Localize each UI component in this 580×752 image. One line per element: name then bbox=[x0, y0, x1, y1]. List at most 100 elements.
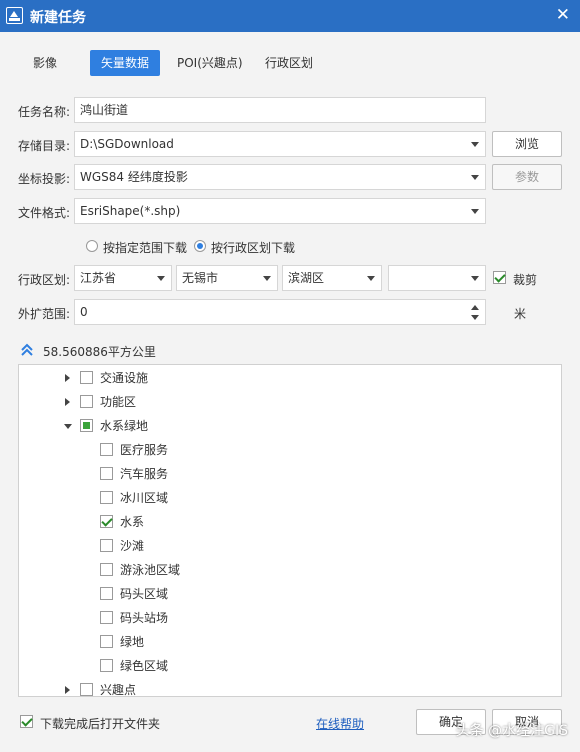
file-format-select[interactable]: EsriShape(*.shp) bbox=[74, 198, 486, 224]
tree-item-checkbox[interactable] bbox=[80, 371, 93, 384]
tree-item-label: 功能区 bbox=[100, 395, 137, 409]
window-title: 新建任务 bbox=[30, 10, 86, 26]
tree-item[interactable]: 医疗服务 bbox=[19, 438, 561, 462]
open-folder-checkbox[interactable] bbox=[20, 715, 33, 728]
tree-item-label: 医疗服务 bbox=[120, 443, 169, 457]
tree-item[interactable]: 水系 bbox=[19, 510, 561, 534]
open-folder-label: 下载完成后打开文件夹 bbox=[40, 717, 161, 731]
tree-item[interactable]: 码头区域 bbox=[19, 582, 561, 606]
city-select[interactable]: 无锡市 bbox=[176, 265, 278, 291]
tree-item-label: 兴趣点 bbox=[100, 683, 137, 697]
double-chevron-up-icon[interactable] bbox=[20, 343, 34, 357]
projection-label: 坐标投影: bbox=[18, 172, 71, 186]
tree-item-checkbox[interactable] bbox=[100, 443, 113, 456]
tree-item-checkbox[interactable] bbox=[80, 419, 93, 432]
file-format-label: 文件格式: bbox=[18, 206, 71, 220]
buffer-label: 外扩范围: bbox=[18, 307, 71, 321]
tree-item-label: 水系绿地 bbox=[100, 419, 149, 433]
tree-item[interactable]: 绿地 bbox=[19, 630, 561, 654]
storage-dir-label: 存储目录: bbox=[18, 139, 71, 153]
tree-item[interactable]: 汽车服务 bbox=[19, 462, 561, 486]
layer-tree[interactable]: 交通设施功能区水系绿地医疗服务汽车服务冰川区域水系沙滩游泳池区域码头区域码头站场… bbox=[18, 364, 562, 697]
tree-item-label: 汽车服务 bbox=[120, 467, 169, 481]
tree-item[interactable]: 水系绿地 bbox=[19, 414, 561, 438]
tree-item-label: 绿地 bbox=[120, 635, 145, 649]
province-value: 江苏省 bbox=[80, 271, 117, 285]
expand-arrow-icon[interactable] bbox=[65, 374, 70, 382]
radio-admin-download-label: 按行政区划下载 bbox=[211, 241, 296, 255]
expand-arrow-icon[interactable] bbox=[65, 398, 70, 406]
province-select[interactable]: 江苏省 bbox=[74, 265, 172, 291]
spin-down-icon[interactable] bbox=[471, 315, 479, 320]
chevron-down-icon bbox=[471, 209, 479, 214]
tree-item-checkbox[interactable] bbox=[80, 683, 93, 696]
tree-item[interactable]: 码头站场 bbox=[19, 606, 561, 630]
tree-item-label: 交通设施 bbox=[100, 371, 149, 385]
radio-admin-download[interactable] bbox=[194, 240, 206, 252]
close-icon[interactable]: ✕ bbox=[556, 5, 570, 25]
tree-item-checkbox[interactable] bbox=[100, 539, 113, 552]
tree-item-label: 绿色区域 bbox=[120, 659, 169, 673]
tree-item[interactable]: 沙滩 bbox=[19, 534, 561, 558]
expand-arrow-icon[interactable] bbox=[65, 686, 70, 694]
tree-item[interactable]: 绿色区域 bbox=[19, 654, 561, 678]
tree-item-checkbox[interactable] bbox=[100, 659, 113, 672]
area-summary: 58.560886平方公里 bbox=[43, 345, 156, 359]
radio-range-download-label: 按指定范围下载 bbox=[103, 241, 188, 255]
tree-item-label: 码头站场 bbox=[120, 611, 169, 625]
chevron-down-icon bbox=[367, 276, 375, 281]
tree-item-label: 游泳池区域 bbox=[120, 563, 181, 577]
tab-poi[interactable]: POI(兴趣点) bbox=[166, 50, 254, 76]
spin-up-icon[interactable] bbox=[471, 305, 479, 310]
street-select[interactable] bbox=[388, 265, 486, 291]
tree-item[interactable]: 功能区 bbox=[19, 390, 561, 414]
params-button[interactable]: 参数 bbox=[492, 164, 562, 190]
tree-item-checkbox[interactable] bbox=[80, 395, 93, 408]
tree-item[interactable]: 冰川区域 bbox=[19, 486, 561, 510]
tree-item[interactable]: 兴趣点 bbox=[19, 678, 561, 697]
storage-dir-value: D:\SGDownload bbox=[80, 137, 174, 151]
tree-item-checkbox[interactable] bbox=[100, 467, 113, 480]
tree-item-label: 码头区域 bbox=[120, 587, 169, 601]
clip-label: 裁剪 bbox=[513, 273, 538, 287]
browse-button[interactable]: 浏览 bbox=[492, 131, 562, 157]
tree-item-checkbox[interactable] bbox=[100, 515, 113, 528]
chevron-down-icon bbox=[471, 142, 479, 147]
district-select[interactable]: 滨湖区 bbox=[282, 265, 382, 291]
radio-range-download[interactable] bbox=[86, 240, 98, 252]
buffer-value: 0 bbox=[80, 305, 88, 319]
chevron-down-icon bbox=[157, 276, 165, 281]
tab-imagery[interactable]: 影像 bbox=[22, 50, 68, 76]
title-bar: 新建任务 ✕ bbox=[0, 0, 580, 32]
task-name-input[interactable]: 鸿山街道 bbox=[74, 97, 486, 123]
tree-item[interactable]: 游泳池区域 bbox=[19, 558, 561, 582]
tree-item-label: 冰川区域 bbox=[120, 491, 169, 505]
chevron-down-icon bbox=[471, 175, 479, 180]
buffer-unit: 米 bbox=[514, 307, 527, 321]
tab-vector-data[interactable]: 矢量数据 bbox=[90, 50, 161, 76]
tree-item-checkbox[interactable] bbox=[100, 491, 113, 504]
task-name-label: 任务名称: bbox=[18, 105, 71, 119]
projection-value: WGS84 经纬度投影 bbox=[80, 170, 188, 184]
storage-dir-select[interactable]: D:\SGDownload bbox=[74, 131, 486, 157]
tree-item-checkbox[interactable] bbox=[100, 563, 113, 576]
collapse-arrow-icon[interactable] bbox=[64, 424, 72, 429]
tab-admin-division[interactable]: 行政区划 bbox=[254, 50, 324, 76]
file-format-value: EsriShape(*.shp) bbox=[80, 204, 181, 218]
online-help-link[interactable]: 在线帮助 bbox=[316, 715, 364, 732]
city-value: 无锡市 bbox=[182, 271, 219, 285]
tree-item-checkbox[interactable] bbox=[100, 611, 113, 624]
projection-select[interactable]: WGS84 经纬度投影 bbox=[74, 164, 486, 190]
tree-item-label: 水系 bbox=[120, 515, 145, 529]
tree-item[interactable]: 交通设施 bbox=[19, 366, 561, 390]
tree-item-checkbox[interactable] bbox=[100, 635, 113, 648]
chevron-down-icon bbox=[263, 276, 271, 281]
tree-item-checkbox[interactable] bbox=[100, 587, 113, 600]
clip-checkbox[interactable] bbox=[493, 271, 506, 284]
buffer-spinbox[interactable]: 0 bbox=[74, 299, 486, 325]
watermark: 头条 @水经注GIS bbox=[455, 723, 568, 739]
chevron-down-icon bbox=[471, 276, 479, 281]
app-logo-icon bbox=[6, 7, 23, 24]
region-label: 行政区划: bbox=[18, 273, 71, 287]
tree-item-label: 沙滩 bbox=[120, 539, 145, 553]
